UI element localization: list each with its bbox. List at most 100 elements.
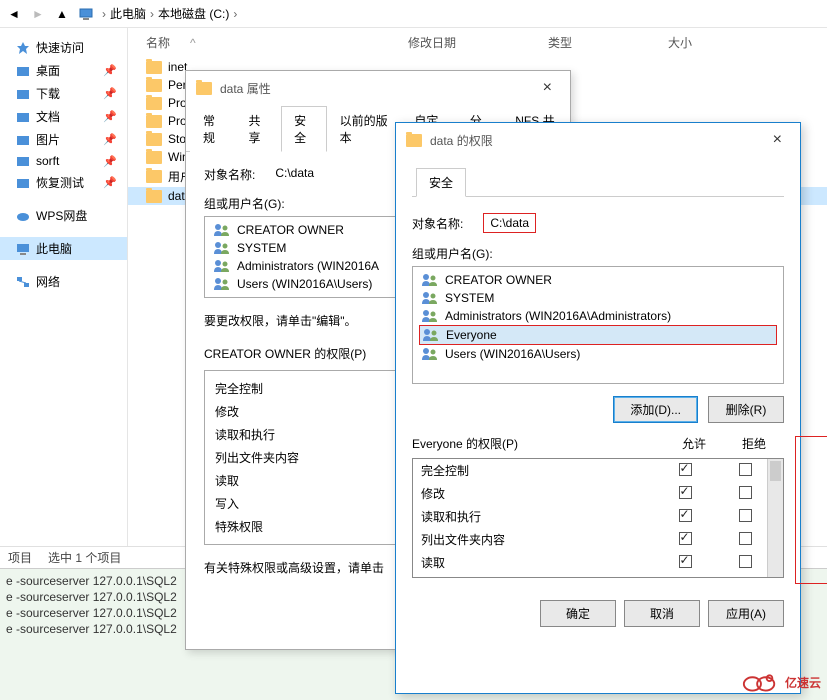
allow-checkbox[interactable] [679,532,692,545]
deny-checkbox[interactable] [739,555,752,568]
sidebar-item[interactable]: 图片 📌 [0,128,127,151]
forward-icon[interactable]: ► [30,6,46,22]
deny-checkbox[interactable] [739,486,752,499]
ok-button[interactable]: 确定 [540,600,616,627]
address-bar: ◄ ► ▲ › 此电脑 › 本地磁盘 (C:) › [0,0,827,28]
dialog-titlebar[interactable]: data 属性 × [186,71,570,105]
user-name: CREATOR OWNER [237,223,344,237]
permissions-dialog: data 的权限 × 安全 对象名称: C:\data 组或用户名(G): CR… [395,122,801,694]
dialog-title: data 的权限 [430,132,493,149]
nav-sidebar: 快速访问 桌面📌下载📌文档📌图片📌sorft📌恢复测试📌 WPS网盘 此电脑 网… [0,28,128,568]
cancel-button[interactable]: 取消 [624,600,700,627]
perm-label: 修改 [421,485,655,502]
folder-icon [406,134,422,147]
allow-checkbox[interactable] [679,509,692,522]
star-icon [16,41,30,55]
folder-icon [146,97,162,110]
back-icon[interactable]: ◄ [6,6,22,22]
allow-checkbox[interactable] [679,555,692,568]
col-name[interactable]: 名称 [146,36,170,50]
dialog-body: 安全 对象名称: C:\data 组或用户名(G): CREATOR OWNER… [396,157,800,588]
tab[interactable]: 以前的版本 [327,106,402,152]
allow-checkbox[interactable] [679,463,692,476]
dialog-title: data 属性 [220,80,271,97]
breadcrumb-drive[interactable]: 本地磁盘 (C:) [158,5,229,22]
close-icon[interactable]: × [765,131,790,149]
col-size[interactable]: 大小 [668,34,748,51]
sidebar-item-label: 桌面 [36,62,60,79]
chevron-right-icon: › [150,7,154,21]
tabs: 安全 [412,167,784,197]
sidebar-item[interactable]: 下载📌 [0,82,127,105]
apply-button[interactable]: 应用(A) [708,600,784,627]
thispc-label: 此电脑 [36,240,72,257]
quick-access-label: 快速访问 [36,39,84,56]
folder-icon [146,190,162,203]
pin-icon: 📌 [103,176,117,189]
perm-label: 完全控制 [421,462,655,479]
folder-icon [146,151,162,164]
deny-checkbox[interactable] [739,463,752,476]
users-icon [213,277,231,291]
dialog-footer: 确定 取消 应用(A) [396,588,800,639]
chevron-right-icon: › [233,7,237,21]
watermark: 亿速云 [741,670,821,694]
folder-icon [146,115,162,128]
breadcrumb[interactable]: › 此电脑 › 本地磁盘 (C:) › [102,5,237,22]
desktop-icon [16,64,30,78]
network-label: 网络 [36,273,60,290]
folder-icon [196,82,212,95]
user-name: Administrators (WIN2016A [237,259,379,273]
pin-icon: 📌 [103,87,117,100]
object-name-label: 对象名称: [412,215,463,232]
permission-row: 完全控制 [413,459,783,482]
sidebar-item-label: 图片 [36,131,60,148]
user-item[interactable]: CREATOR OWNER [419,271,777,289]
sidebar-item[interactable]: 桌面 📌 [0,59,127,82]
perm-label: 列出文件夹内容 [421,531,655,548]
scrollbar[interactable] [767,459,783,577]
pc-icon [16,242,30,256]
pin-icon: 📌 [103,155,117,168]
folder-icon [146,170,162,183]
object-name-value: C:\data [275,166,314,183]
pin-icon: 📌 [103,110,117,123]
col-date[interactable]: 修改日期 [408,34,548,51]
tab[interactable]: 常规 [190,106,236,152]
wps-disk[interactable]: WPS网盘 [0,204,127,227]
user-item[interactable]: Everyone [419,325,777,345]
user-name: CREATOR OWNER [445,273,552,287]
breadcrumb-pc[interactable]: 此电脑 [110,5,146,22]
user-item[interactable]: SYSTEM [419,289,777,307]
tab[interactable]: 共享 [236,106,282,152]
dialog-titlebar[interactable]: data 的权限 × [396,123,800,157]
network[interactable]: 网络 [0,270,127,293]
close-icon[interactable]: × [535,79,560,97]
deny-checkbox[interactable] [739,532,752,545]
network-icon [16,275,30,289]
user-item[interactable]: Administrators (WIN2016A\Administrators) [419,307,777,325]
quick-access[interactable]: 快速访问 [0,36,127,59]
users-icon [421,291,439,305]
deny-checkbox[interactable] [739,509,752,522]
permission-row: 读取 [413,551,783,574]
pin-icon: 📌 [103,133,117,146]
permission-row: 修改 [413,482,783,505]
user-item[interactable]: Users (WIN2016A\Users) [419,345,777,363]
chevron-right-icon: › [102,7,106,21]
col-type[interactable]: 类型 [548,34,668,51]
users-listbox[interactable]: CREATOR OWNER SYSTEMAdministrators (WIN20… [412,266,784,384]
sidebar-item[interactable]: 恢复测试📌 [0,171,127,194]
allow-checkbox[interactable] [679,486,692,499]
sidebar-item[interactable]: 文档📌 [0,105,127,128]
up-icon[interactable]: ▲ [54,6,70,22]
permissions-table[interactable]: 完全控制 修改 读取和执行 列出文件夹内容 读取 [412,458,784,578]
add-button[interactable]: 添加(D)... [613,396,698,423]
pin-icon: 📌 [103,64,117,77]
this-pc[interactable]: 此电脑 [0,237,127,260]
remove-button[interactable]: 删除(R) [708,396,784,423]
tab-security[interactable]: 安全 [416,168,466,197]
column-headers[interactable]: 名称^ 修改日期 类型 大小 [128,28,827,58]
sidebar-item[interactable]: sorft📌 [0,151,127,171]
tab[interactable]: 安全 [281,106,327,152]
